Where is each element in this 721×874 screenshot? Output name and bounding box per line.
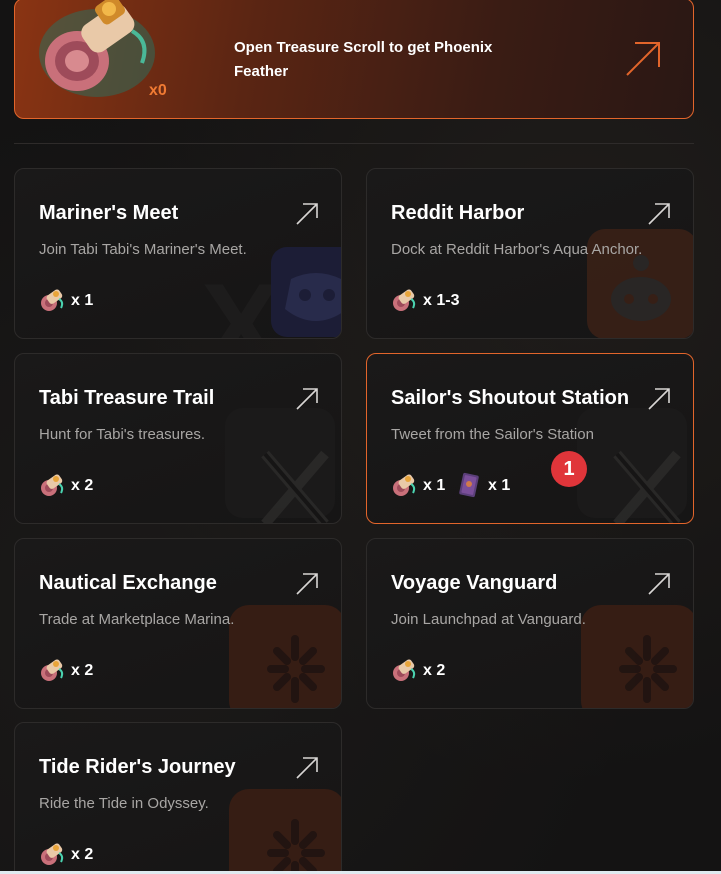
reddit-watermark-icon [587,229,693,338]
task-card[interactable]: X Mariner's Meet Join Tabi Tabi's Marine… [14,168,342,339]
treasure-scroll-banner[interactable]: x0 Open Treasure Scroll to get Phoenix F… [14,0,694,119]
card-title: Tide Rider's Journey [39,756,236,778]
reward: x 1 [456,472,510,499]
spark-watermark-icon [229,605,341,708]
reward-amount: x 1-3 [423,291,460,309]
reward: x 2 [39,841,93,868]
card-title: Voyage Vanguard [391,572,558,594]
card-title: Reddit Harbor [391,202,525,224]
card-description: Join Tabi Tabi's Mariner's Meet. [39,241,247,258]
card-description: Trade at Marketplace Marina. [39,611,235,628]
divider [14,143,694,144]
scroll-count: x0 [149,82,167,99]
card-description: Ride the Tide in Odyssey. [39,795,209,812]
scroll-icon [393,659,416,681]
arrow-up-right-icon[interactable] [295,572,319,596]
book-icon [459,472,479,498]
spark-watermark-icon [229,789,341,874]
reward-amount: x 2 [423,661,446,679]
treasure-scroll-icon [39,0,155,97]
banner-text: Open Treasure Scroll to get Phoenix Feat… [234,39,493,80]
task-card[interactable]: Nautical Exchange Trade at Marketplace M… [14,538,342,709]
task-card[interactable]: Reddit Harbor Dock at Reddit Harbor's Aq… [366,168,694,339]
card-description: Dock at Reddit Harbor's Aqua Anchor. [391,241,643,258]
task-card[interactable]: Voyage Vanguard Join Launchpad at Vangua… [366,538,694,709]
task-card[interactable]: Tabi Treasure Trail Hunt for Tabi's trea… [14,353,342,524]
card-description: Hunt for Tabi's treasures. [39,426,205,443]
reward: x 1 [391,472,445,499]
reward-amount: x 1 [71,291,94,309]
discord-watermark-icon: X [201,231,341,339]
reward-amount: x 1 [423,476,446,494]
arrow-up-right-icon[interactable] [295,756,319,780]
reward: x 2 [391,657,445,684]
card-description: Tweet from the Sailor's Station [391,426,594,443]
card-description: Join Launchpad at Vanguard. [391,611,586,628]
scroll-icon [41,474,64,496]
notification-badge: 1 [551,451,587,487]
scroll-icon [41,289,64,311]
card-title: Nautical Exchange [39,572,217,594]
arrow-up-right-icon[interactable] [647,572,671,596]
scroll-icon [393,474,416,496]
arrow-up-right-icon[interactable] [295,202,319,226]
reward-amount: x 2 [71,476,94,494]
task-card[interactable]: Sailor's Shoutout Station Tweet from the… [366,353,694,524]
x-watermark-icon [577,408,687,523]
reward: x 2 [39,657,93,684]
card-title: Tabi Treasure Trail [39,387,215,409]
card-title: Mariner's Meet [39,202,179,224]
svg-text:X: X [201,259,281,339]
reward-amount: x 2 [71,661,94,679]
reward: x 1-3 [391,287,459,314]
reward-amount: x 1 [488,476,511,494]
scroll-icon [393,289,416,311]
task-card[interactable]: Tide Rider's Journey Ride the Tide in Od… [14,722,342,874]
reward: x 2 [39,472,93,499]
card-title: Sailor's Shoutout Station [391,387,630,409]
reward: x 1 [39,287,93,314]
scroll-icon [41,843,64,865]
x-watermark-icon [225,408,335,523]
arrow-up-right-icon[interactable] [647,202,671,226]
arrow-up-right-icon[interactable] [295,387,319,411]
arrow-up-right-icon[interactable] [647,387,671,411]
scroll-icon [41,659,64,681]
arrow-up-right-icon[interactable] [623,39,663,79]
spark-watermark-icon [581,605,693,708]
reward-amount: x 2 [71,845,94,863]
